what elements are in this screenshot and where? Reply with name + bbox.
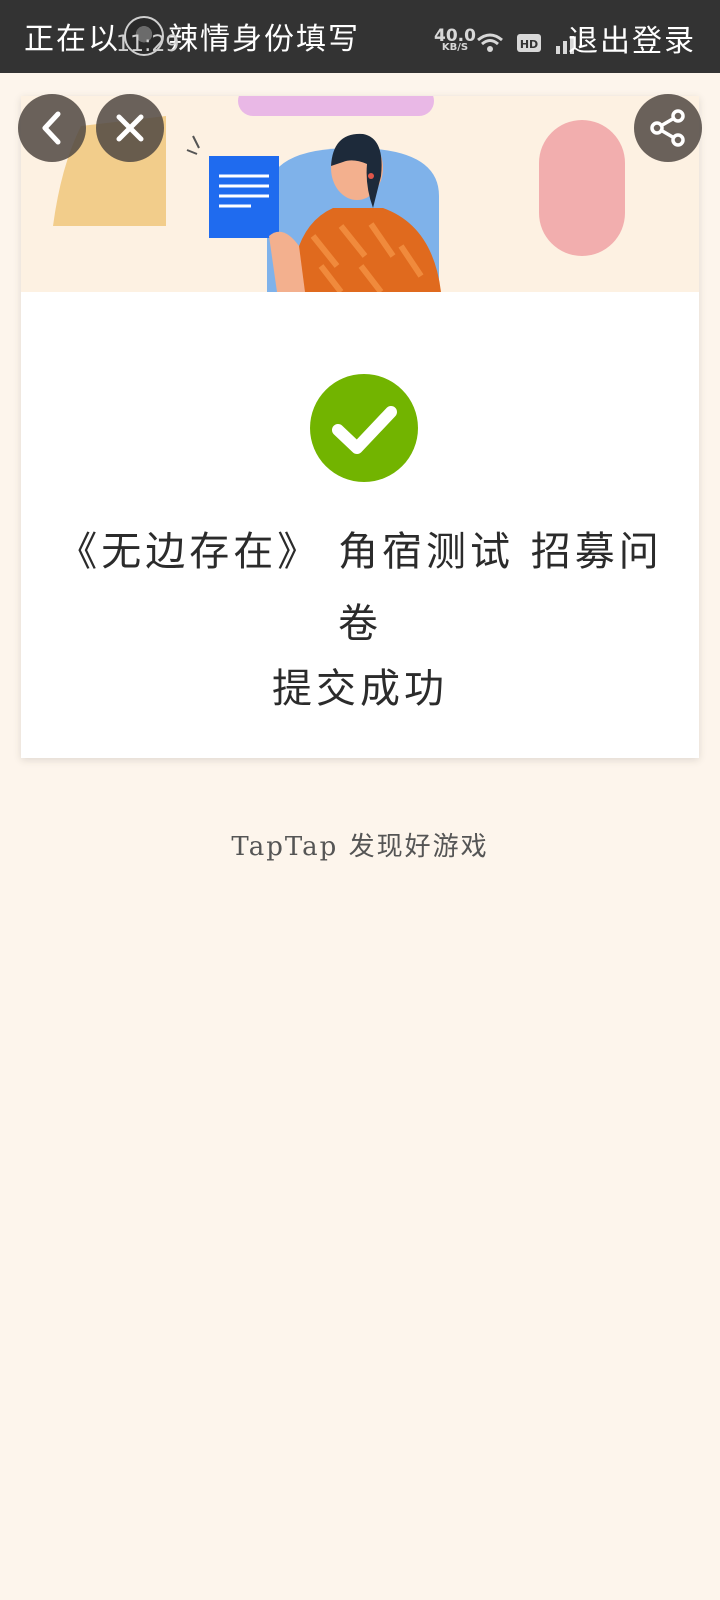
submit-status: 提交成功 [272, 666, 448, 712]
success-check-icon [310, 374, 418, 482]
close-button[interactable] [96, 94, 164, 162]
questionnaire-title: 《无边存在》 角宿测试 招募问 卷 [55, 516, 665, 660]
share-icon [650, 109, 685, 147]
identity-suffix: 辣情身份填写 [168, 22, 360, 57]
result-card: 《无边存在》 角宿测试 招募问 卷 提交成功 [21, 96, 699, 758]
hd-icon: HD [517, 34, 541, 52]
chevron-left-icon [42, 111, 61, 145]
network-speed: 40.0 KB/S [434, 28, 476, 54]
footer-slogan: TapTap 发现好游戏 [231, 832, 489, 862]
logout-button[interactable]: 退出登录 [568, 16, 696, 60]
status-time: 11:29 [116, 32, 180, 57]
share-button[interactable] [634, 94, 702, 162]
identity-prefix: 正在以 [24, 22, 120, 57]
questionnaire-title-line2: 卷 [338, 601, 382, 647]
wifi-icon [477, 33, 503, 52]
status-icons: HD [476, 32, 580, 54]
back-button[interactable] [18, 94, 86, 162]
svg-text:HD: HD [520, 38, 538, 51]
close-icon [116, 114, 144, 142]
top-bar: 正在以 辣情身份填写 11:29 40.0 KB/S HD 退出登录 [0, 0, 720, 73]
questionnaire-title-line1: 《无边存在》 角宿测试 招募问 [57, 529, 663, 575]
filling-identity-label: 正在以 辣情身份填写 [24, 14, 360, 58]
